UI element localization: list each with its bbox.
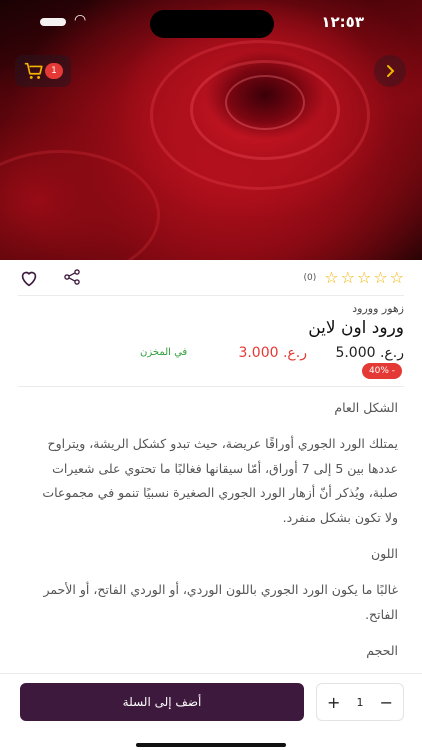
home-indicator: [136, 743, 286, 747]
product-category[interactable]: زهور وورود: [352, 302, 404, 315]
rose-petal-highlight: [225, 75, 305, 130]
star-icon: ☆: [324, 268, 339, 287]
signal-icon: [40, 18, 66, 26]
discount-badge: 40% -: [362, 363, 402, 379]
stock-status: في المخزن: [140, 347, 188, 358]
cart-count-badge: 1: [45, 63, 63, 79]
rating-count: (0): [303, 272, 317, 283]
favorite-heart-icon[interactable]: [18, 267, 40, 289]
current-price: ر.ع. 5.000: [335, 345, 404, 361]
product-title: ورود اون لاين: [308, 318, 404, 338]
star-icon: ☆: [340, 268, 355, 287]
status-bar: ◠ ١٢:٥٣: [0, 0, 422, 44]
divider: [18, 386, 404, 387]
product-description: الشكل العام يمتلك الورد الجوري أوراقًا ع…: [30, 398, 398, 675]
wifi-icon: ◠: [74, 12, 87, 28]
decrement-button[interactable]: −: [380, 693, 393, 712]
chevron-right-icon: [387, 65, 395, 77]
section-heading: اللون: [370, 546, 398, 561]
status-time: ١٢:٥٣: [321, 13, 364, 31]
cart-icon: [24, 62, 43, 79]
rating-row: ☆ ☆ ☆ ☆ ☆ (0): [18, 262, 404, 296]
section-text: غالبًا ما يكون الورد الجوري باللون الورد…: [43, 582, 398, 622]
old-price: ر.ع. 3.000: [238, 345, 307, 361]
section-text: يمتلك الورد الجوري أوراقًا عريضة، حيث تب…: [42, 436, 398, 525]
section-heading: الشكل العام: [334, 400, 398, 415]
share-icon[interactable]: [62, 267, 82, 287]
add-to-cart-button[interactable]: أضف إلى السلة: [20, 683, 304, 721]
bottom-action-bar: أضف إلى السلة + 1 −: [0, 673, 422, 750]
back-button[interactable]: [374, 55, 406, 87]
rating-stars: ☆ ☆ ☆ ☆ ☆ (0): [304, 268, 404, 287]
rose-petal-highlight: [0, 150, 160, 260]
camera-notch: [150, 10, 274, 38]
section-heading: الحجم: [366, 643, 398, 658]
quantity-value: 1: [356, 695, 364, 709]
product-image: ◠ ١٢:٥٣ 1: [0, 0, 422, 260]
star-icon: ☆: [389, 268, 404, 287]
cart-button[interactable]: 1: [15, 55, 71, 87]
increment-button[interactable]: +: [327, 693, 340, 712]
quantity-stepper: + 1 −: [316, 683, 404, 721]
star-icon: ☆: [356, 268, 372, 287]
star-icon: ☆: [373, 268, 388, 287]
